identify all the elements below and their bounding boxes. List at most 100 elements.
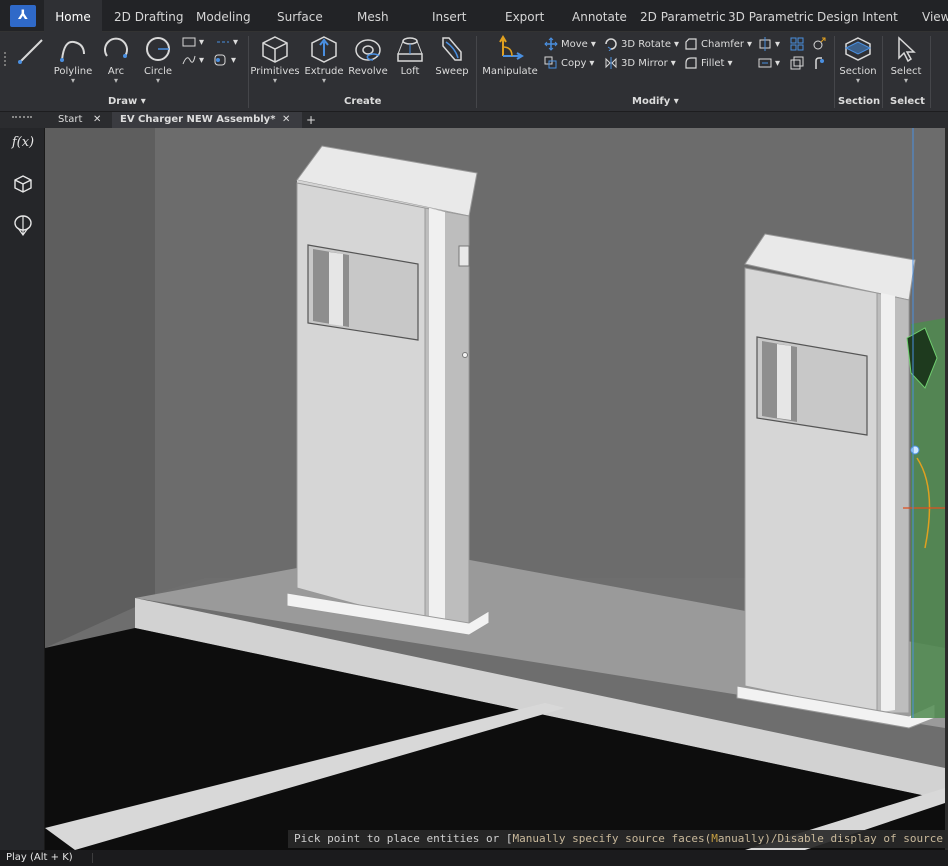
- ribbon-grip[interactable]: [4, 52, 7, 66]
- separator: [476, 36, 477, 108]
- fillet-button[interactable]: Fillet ▾: [684, 56, 732, 70]
- function-icon[interactable]: f(x): [10, 130, 36, 154]
- tab-ev-charger-assembly[interactable]: EV Charger NEW Assembly*: [112, 112, 302, 128]
- chevron-down-icon[interactable]: ▾: [836, 77, 880, 85]
- extrude-button[interactable]: Extrude ▾: [303, 34, 345, 85]
- rotate-3d-icon: [605, 38, 617, 51]
- move-icon: [544, 37, 558, 51]
- section-group-label: Section: [838, 96, 881, 107]
- align-button[interactable]: ▾: [758, 37, 780, 51]
- chevron-down-icon[interactable]: ▾: [100, 77, 132, 85]
- chevron-down-icon[interactable]: ▾: [250, 77, 300, 85]
- fillet-icon: [685, 57, 697, 69]
- stretch-button[interactable]: ▾: [758, 56, 780, 70]
- close-icon[interactable]: ✕: [282, 112, 290, 128]
- copy-button[interactable]: Copy ▾: [544, 56, 594, 70]
- separator: [834, 36, 835, 108]
- tab-view[interactable]: View: [922, 0, 948, 32]
- chamfer-button[interactable]: Chamfer ▾: [684, 37, 752, 51]
- status-bar: Play (Alt + K): [0, 850, 948, 866]
- tab-annotate[interactable]: Annotate: [572, 0, 627, 32]
- circle-icon: [146, 37, 170, 61]
- command-option-manual-hotkey[interactable]: M: [711, 832, 718, 845]
- loft-button[interactable]: Loft: [393, 34, 427, 77]
- balloon-icon[interactable]: [10, 214, 36, 238]
- add-tab-button[interactable]: +: [306, 112, 316, 128]
- tab-insert[interactable]: Insert: [432, 0, 466, 32]
- mirror-3d-icon: [605, 57, 617, 69]
- explode-button[interactable]: [812, 56, 826, 70]
- cube-outline-icon[interactable]: [10, 172, 36, 196]
- command-option-manual[interactable]: anually specify source faces(: [519, 832, 711, 845]
- tabbar-grip[interactable]: [12, 116, 32, 118]
- manipulate-button[interactable]: Manipulate: [480, 34, 540, 77]
- command-line[interactable]: Pick point to place entities or [Manuall…: [288, 830, 948, 848]
- tab-mesh[interactable]: Mesh: [357, 0, 389, 32]
- mirror-3d-button[interactable]: 3D Mirror ▾: [604, 56, 676, 70]
- revolve-button[interactable]: Revolve: [347, 34, 389, 77]
- chevron-down-icon[interactable]: ▾: [303, 77, 345, 85]
- document-tab-bar: Start ✕ EV Charger NEW Assembly* ✕ +: [0, 112, 948, 128]
- rotate-3d-button[interactable]: 3D Rotate ▾: [604, 37, 679, 51]
- region-button[interactable]: ▾: [212, 54, 236, 66]
- sweep-button[interactable]: Sweep: [432, 34, 472, 77]
- tab-export[interactable]: Export: [505, 0, 544, 32]
- ev-charger-2[interactable]: [736, 233, 936, 729]
- loft-label: Loft: [400, 66, 420, 77]
- rectangle-icon: [182, 37, 196, 47]
- layout-tabs[interactable]: [92, 853, 272, 863]
- separator: [882, 36, 883, 108]
- line-button[interactable]: [14, 36, 48, 66]
- region-icon: [214, 54, 226, 66]
- scale-icon: [813, 37, 826, 50]
- manipulate-label: Manipulate: [482, 66, 538, 77]
- modify-group-label[interactable]: Modify ▾: [632, 96, 679, 107]
- array-button[interactable]: [790, 37, 804, 51]
- scene: [45, 128, 945, 850]
- line-type-button[interactable]: ▾: [216, 36, 238, 48]
- 3d-viewport[interactable]: [45, 128, 945, 850]
- tab-surface[interactable]: Surface: [277, 0, 323, 32]
- chevron-down-icon[interactable]: ▾: [886, 77, 926, 85]
- close-icon[interactable]: ✕: [93, 112, 101, 128]
- draw-group-label[interactable]: Draw ▾: [108, 96, 146, 107]
- tab-home[interactable]: Home: [44, 0, 102, 32]
- dashed-line-icon: [217, 41, 229, 43]
- offset-button[interactable]: [790, 56, 804, 70]
- tab-3d-parametric[interactable]: 3D Parametric: [728, 0, 814, 32]
- separator: [930, 36, 931, 108]
- ev-charger-1[interactable]: [286, 145, 490, 636]
- polyline-button[interactable]: Polyline ▾: [52, 34, 94, 85]
- stretch-icon: [758, 58, 772, 68]
- circle-button[interactable]: Circle ▾: [140, 34, 176, 85]
- chevron-down-icon[interactable]: ▾: [140, 77, 176, 85]
- play-button[interactable]: Play (Alt + K): [6, 850, 73, 866]
- tab-start[interactable]: Start: [58, 112, 82, 128]
- select-button[interactable]: Select ▾: [886, 34, 926, 85]
- tab-design-intent[interactable]: Design Intent: [817, 0, 898, 32]
- primitives-button[interactable]: Primitives ▾: [250, 34, 300, 85]
- left-toolbar: f(x): [0, 128, 45, 850]
- app-logo[interactable]: ⅄: [10, 5, 36, 27]
- arc-button[interactable]: Arc ▾: [100, 34, 132, 85]
- manipulator-icon: [499, 35, 524, 60]
- tab-2d-drafting[interactable]: 2D Drafting: [114, 0, 184, 32]
- chevron-down-icon[interactable]: ▾: [52, 77, 94, 85]
- revolve-label: Revolve: [348, 66, 388, 77]
- revolve-icon: [355, 39, 381, 61]
- chamfer-icon: [685, 38, 697, 50]
- tab-2d-parametric[interactable]: 2D Parametric: [640, 0, 726, 32]
- command-option-disable-display[interactable]: Disable display of source: [777, 832, 943, 845]
- command-option-manual-end[interactable]: anually)/: [718, 832, 778, 845]
- sweep-label: Sweep: [435, 66, 469, 77]
- array-icon: [790, 37, 804, 51]
- copy-icon: [544, 56, 557, 69]
- polyline-icon: [60, 40, 85, 62]
- rectangle-button[interactable]: ▾: [182, 36, 204, 48]
- tab-modeling[interactable]: Modeling: [196, 0, 251, 32]
- scale-button[interactable]: [812, 37, 826, 51]
- move-button[interactable]: Move ▾: [544, 37, 596, 51]
- ribbon: Polyline ▾ Arc ▾ Circle ▾ ▾ ▾ ▾ ▾ Draw ▾…: [0, 32, 948, 112]
- section-button[interactable]: Section ▾: [836, 34, 880, 85]
- spline-button[interactable]: ▾: [182, 54, 204, 66]
